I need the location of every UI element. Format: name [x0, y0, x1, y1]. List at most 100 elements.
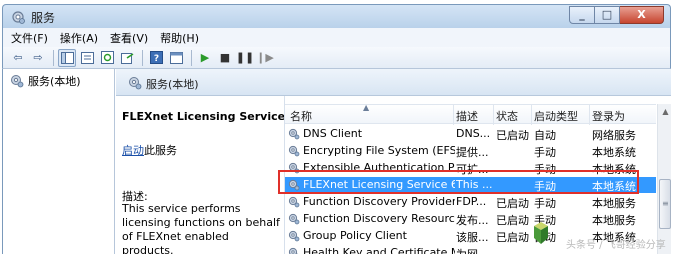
tree-item-services-local[interactable]: 服务(本地) — [7, 73, 84, 89]
tree-item-label: 服务(本地) — [28, 75, 81, 88]
column-divider[interactable] — [453, 105, 454, 125]
service-gear-icon — [288, 162, 300, 177]
service-startup-type: 手动 — [534, 180, 556, 193]
service-status: 已启动 — [496, 231, 529, 244]
service-gear-icon — [288, 247, 300, 254]
service-description: 该服... — [456, 231, 489, 244]
table-row[interactable]: DNS Client DNS... 已启动 自动 网络服务 — [285, 126, 656, 142]
toolbar-separator — [191, 49, 192, 66]
export-icon[interactable] — [118, 49, 136, 67]
service-startup-type: 手动 — [534, 163, 556, 176]
menu-bar: 文件(F) 操作(A) 查看(V) 帮助(H) — [2, 28, 671, 47]
service-description: This ... — [456, 178, 493, 191]
service-startup-type: 自动 — [534, 129, 556, 142]
service-status: 已启动 — [496, 197, 529, 210]
service-status: 已启动 — [496, 129, 529, 142]
description-text: This service performs licensing function… — [122, 202, 280, 254]
forward-icon[interactable]: ⇨ — [29, 49, 47, 67]
service-name: FLEXnet Licensing Service 64 — [303, 178, 455, 191]
toolbar: ⇦ ⇨ ? ▶ ■ ❚❚ ❙▶ — [2, 47, 671, 69]
close-icon: X — [637, 8, 646, 21]
list-header: ▲ 名称 描述 状态 启动类型 登录为 — [285, 103, 656, 125]
services-pane: 服务(本地) FLEXnet Licensing Service 64 启动此服… — [116, 69, 671, 254]
service-description: DNS... — [456, 127, 491, 140]
service-gear-icon — [288, 213, 300, 228]
sort-ascending-icon: ▲ — [363, 103, 370, 112]
selected-service-name: FLEXnet Licensing Service 64 — [122, 110, 305, 123]
start-service-suffix: 此服务 — [144, 144, 177, 157]
start-service-link[interactable]: 启动 — [122, 144, 144, 157]
column-header-name[interactable]: 名称 — [290, 108, 312, 124]
watermark-text: 头条号 / 飞哥经验分享 — [566, 240, 666, 251]
service-logon-as: 本地系统 — [592, 163, 636, 176]
service-description: 发布... — [456, 214, 489, 227]
service-logon-as: 本地系统 — [592, 180, 636, 193]
menu-help[interactable]: 帮助(H) — [160, 30, 199, 46]
show-hide-tree-icon[interactable] — [58, 48, 76, 67]
service-description: FDP... — [456, 195, 487, 208]
service-gear-icon — [288, 128, 300, 143]
column-header-logon-as[interactable]: 登录为 — [592, 108, 625, 124]
table-row[interactable]: Function Discovery Provider H...FDP... 已启… — [285, 194, 656, 210]
scroll-up-icon[interactable]: ▲ — [658, 104, 671, 120]
start-service-line: 启动此服务 — [122, 142, 177, 158]
title-bar[interactable]: 服务 _ □ X — [2, 4, 671, 28]
vertical-scrollbar[interactable]: ▲ ≡ — [657, 104, 671, 254]
table-row[interactable]: Encrypting File System (EFS) 提供... 手动 本地系统 — [285, 143, 656, 159]
service-name: DNS Client — [303, 127, 363, 140]
service-name: Function Discovery Provider H... — [303, 195, 455, 208]
service-description: 为网... — [456, 246, 494, 254]
service-name: Group Policy Client — [303, 229, 407, 242]
toolbar-separator — [53, 49, 54, 66]
toolbar-separator — [142, 49, 143, 66]
service-description-panel: FLEXnet Licensing Service 64 启动此服务 描述: T… — [116, 96, 304, 254]
table-row[interactable]: Function Discovery Resource P...发布... 已启动… — [285, 211, 656, 227]
service-name: Extensible Authentication Prot... — [303, 161, 455, 174]
service-startup-type: 手动 — [534, 197, 556, 210]
console-icon[interactable] — [167, 49, 185, 67]
service-gear-icon — [288, 145, 300, 160]
service-description: 可扩... — [456, 163, 489, 176]
table-row-selected[interactable]: FLEXnet Licensing Service 64 This ... 手动 本地… — [285, 177, 656, 193]
service-name: Health Key and Certificate Ma... — [303, 246, 455, 254]
refresh-icon[interactable] — [98, 49, 116, 67]
close-button[interactable]: X — [620, 6, 664, 24]
minimize-button[interactable]: _ — [569, 6, 595, 24]
menu-file[interactable]: 文件(F) — [11, 30, 48, 46]
service-gear-icon — [288, 230, 300, 245]
start-icon[interactable]: ▶ — [196, 49, 214, 67]
menu-view[interactable]: 查看(V) — [110, 30, 148, 46]
scroll-thumb[interactable]: ≡ — [659, 179, 671, 229]
column-divider[interactable] — [531, 105, 532, 125]
column-header-status[interactable]: 状态 — [496, 108, 518, 124]
properties-icon[interactable] — [78, 49, 96, 67]
service-logon-as: 本地系统 — [592, 146, 636, 159]
help-icon[interactable]: ? — [147, 49, 165, 67]
stop-icon[interactable]: ■ — [216, 49, 234, 67]
table-row[interactable]: Extensible Authentication Prot...可扩... 手动… — [285, 160, 656, 176]
pause-icon[interactable]: ❚❚ — [236, 49, 254, 67]
restart-icon[interactable]: ❙▶ — [256, 49, 274, 67]
menu-action[interactable]: 操作(A) — [60, 30, 98, 46]
maximize-icon: □ — [601, 8, 613, 21]
pane-title: 服务(本地) — [146, 78, 199, 91]
services-gear-icon — [129, 77, 142, 90]
service-description: 提供... — [456, 146, 489, 159]
svg-text:?: ? — [153, 54, 158, 64]
column-divider[interactable] — [493, 105, 494, 125]
console-tree: 服务(本地) — [2, 69, 115, 254]
column-header-description[interactable]: 描述 — [456, 108, 478, 124]
service-logon-as: 本地服务 — [592, 197, 636, 210]
services-gear-icon — [12, 11, 25, 24]
back-icon[interactable]: ⇦ — [9, 49, 27, 67]
window-controls: _ □ X — [569, 6, 664, 24]
column-header-startup-type[interactable]: 启动类型 — [534, 108, 578, 124]
service-startup-type: 手动 — [534, 146, 556, 159]
minimize-icon: _ — [579, 8, 585, 21]
window-title: 服务 — [31, 11, 56, 25]
column-divider[interactable] — [589, 105, 590, 125]
services-list: ▲ 名称 描述 状态 启动类型 登录为 DNS Client DNS... 已启动自… — [284, 96, 671, 254]
service-status: 已启动 — [496, 214, 529, 227]
service-name: Encrypting File System (EFS) — [303, 144, 455, 157]
maximize-button[interactable]: □ — [595, 6, 620, 24]
